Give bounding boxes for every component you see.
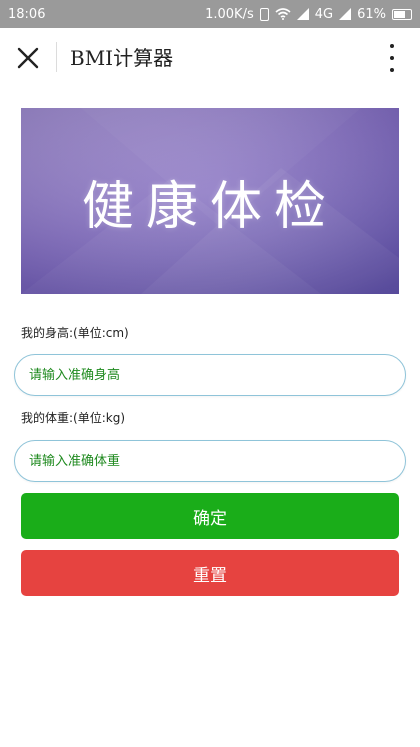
health-check-banner: 健康体检 [21, 108, 399, 294]
weight-input[interactable] [14, 440, 406, 482]
wifi-icon [275, 8, 291, 20]
vibrate-icon [259, 7, 269, 21]
height-input[interactable] [14, 354, 406, 396]
signal-icon [296, 8, 309, 20]
reset-button[interactable]: 重置 [21, 550, 399, 596]
nav-bar: BMI计算器 [0, 28, 420, 86]
status-icons: 1.00K/s 4G 61% [205, 7, 412, 22]
weight-label: 我的体重:(单位:kg) [21, 411, 126, 425]
page-title: BMI计算器 [70, 46, 174, 70]
more-options-icon[interactable] [384, 42, 400, 74]
banner-text: 健康体检 [81, 176, 338, 237]
battery-icon [392, 8, 412, 20]
close-icon[interactable] [14, 44, 42, 72]
height-label: 我的身高:(单位:cm) [21, 326, 129, 340]
network-type: 4G [314, 6, 334, 22]
signal-bars-icon [339, 8, 352, 20]
battery-percent: 61% [357, 6, 386, 22]
confirm-button[interactable]: 确定 [21, 493, 399, 539]
status-bar: 18:06 1.00K/s 4G 61% [0, 0, 420, 28]
status-time: 18:06 [8, 6, 46, 22]
network-speed: 1.00K/s [205, 6, 254, 22]
nav-divider [56, 42, 57, 72]
